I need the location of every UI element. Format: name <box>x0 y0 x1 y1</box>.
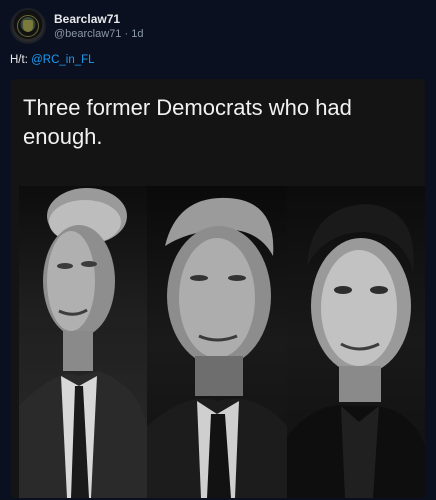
portrait-left <box>19 186 147 498</box>
tweet-text: H/t: @RC_in_FL <box>10 54 95 66</box>
display-name[interactable]: Bearclaw71 <box>54 12 143 27</box>
tweet-text-prefix: H/t: <box>10 54 32 66</box>
author-names: Bearclaw71 @bearclaw71 · 1d <box>54 12 143 41</box>
mention-link[interactable]: @RC_in_FL <box>31 54 94 66</box>
media-headline: Three former Democrats who had enough. <box>23 95 352 149</box>
tweet-header: Bearclaw71 @bearclaw71 · 1d <box>10 8 143 44</box>
portrait-center <box>147 186 287 498</box>
tweet-media-image[interactable]: Three former Democrats who had enough. <box>11 79 425 498</box>
tweet: Bearclaw71 @bearclaw71 · 1d H/t: @RC_in_… <box>0 0 436 500</box>
avatar-emblem <box>23 20 33 32</box>
portrait-right <box>287 186 425 498</box>
handle-and-time[interactable]: @bearclaw71 · 1d <box>54 27 143 41</box>
avatar[interactable] <box>10 8 46 44</box>
